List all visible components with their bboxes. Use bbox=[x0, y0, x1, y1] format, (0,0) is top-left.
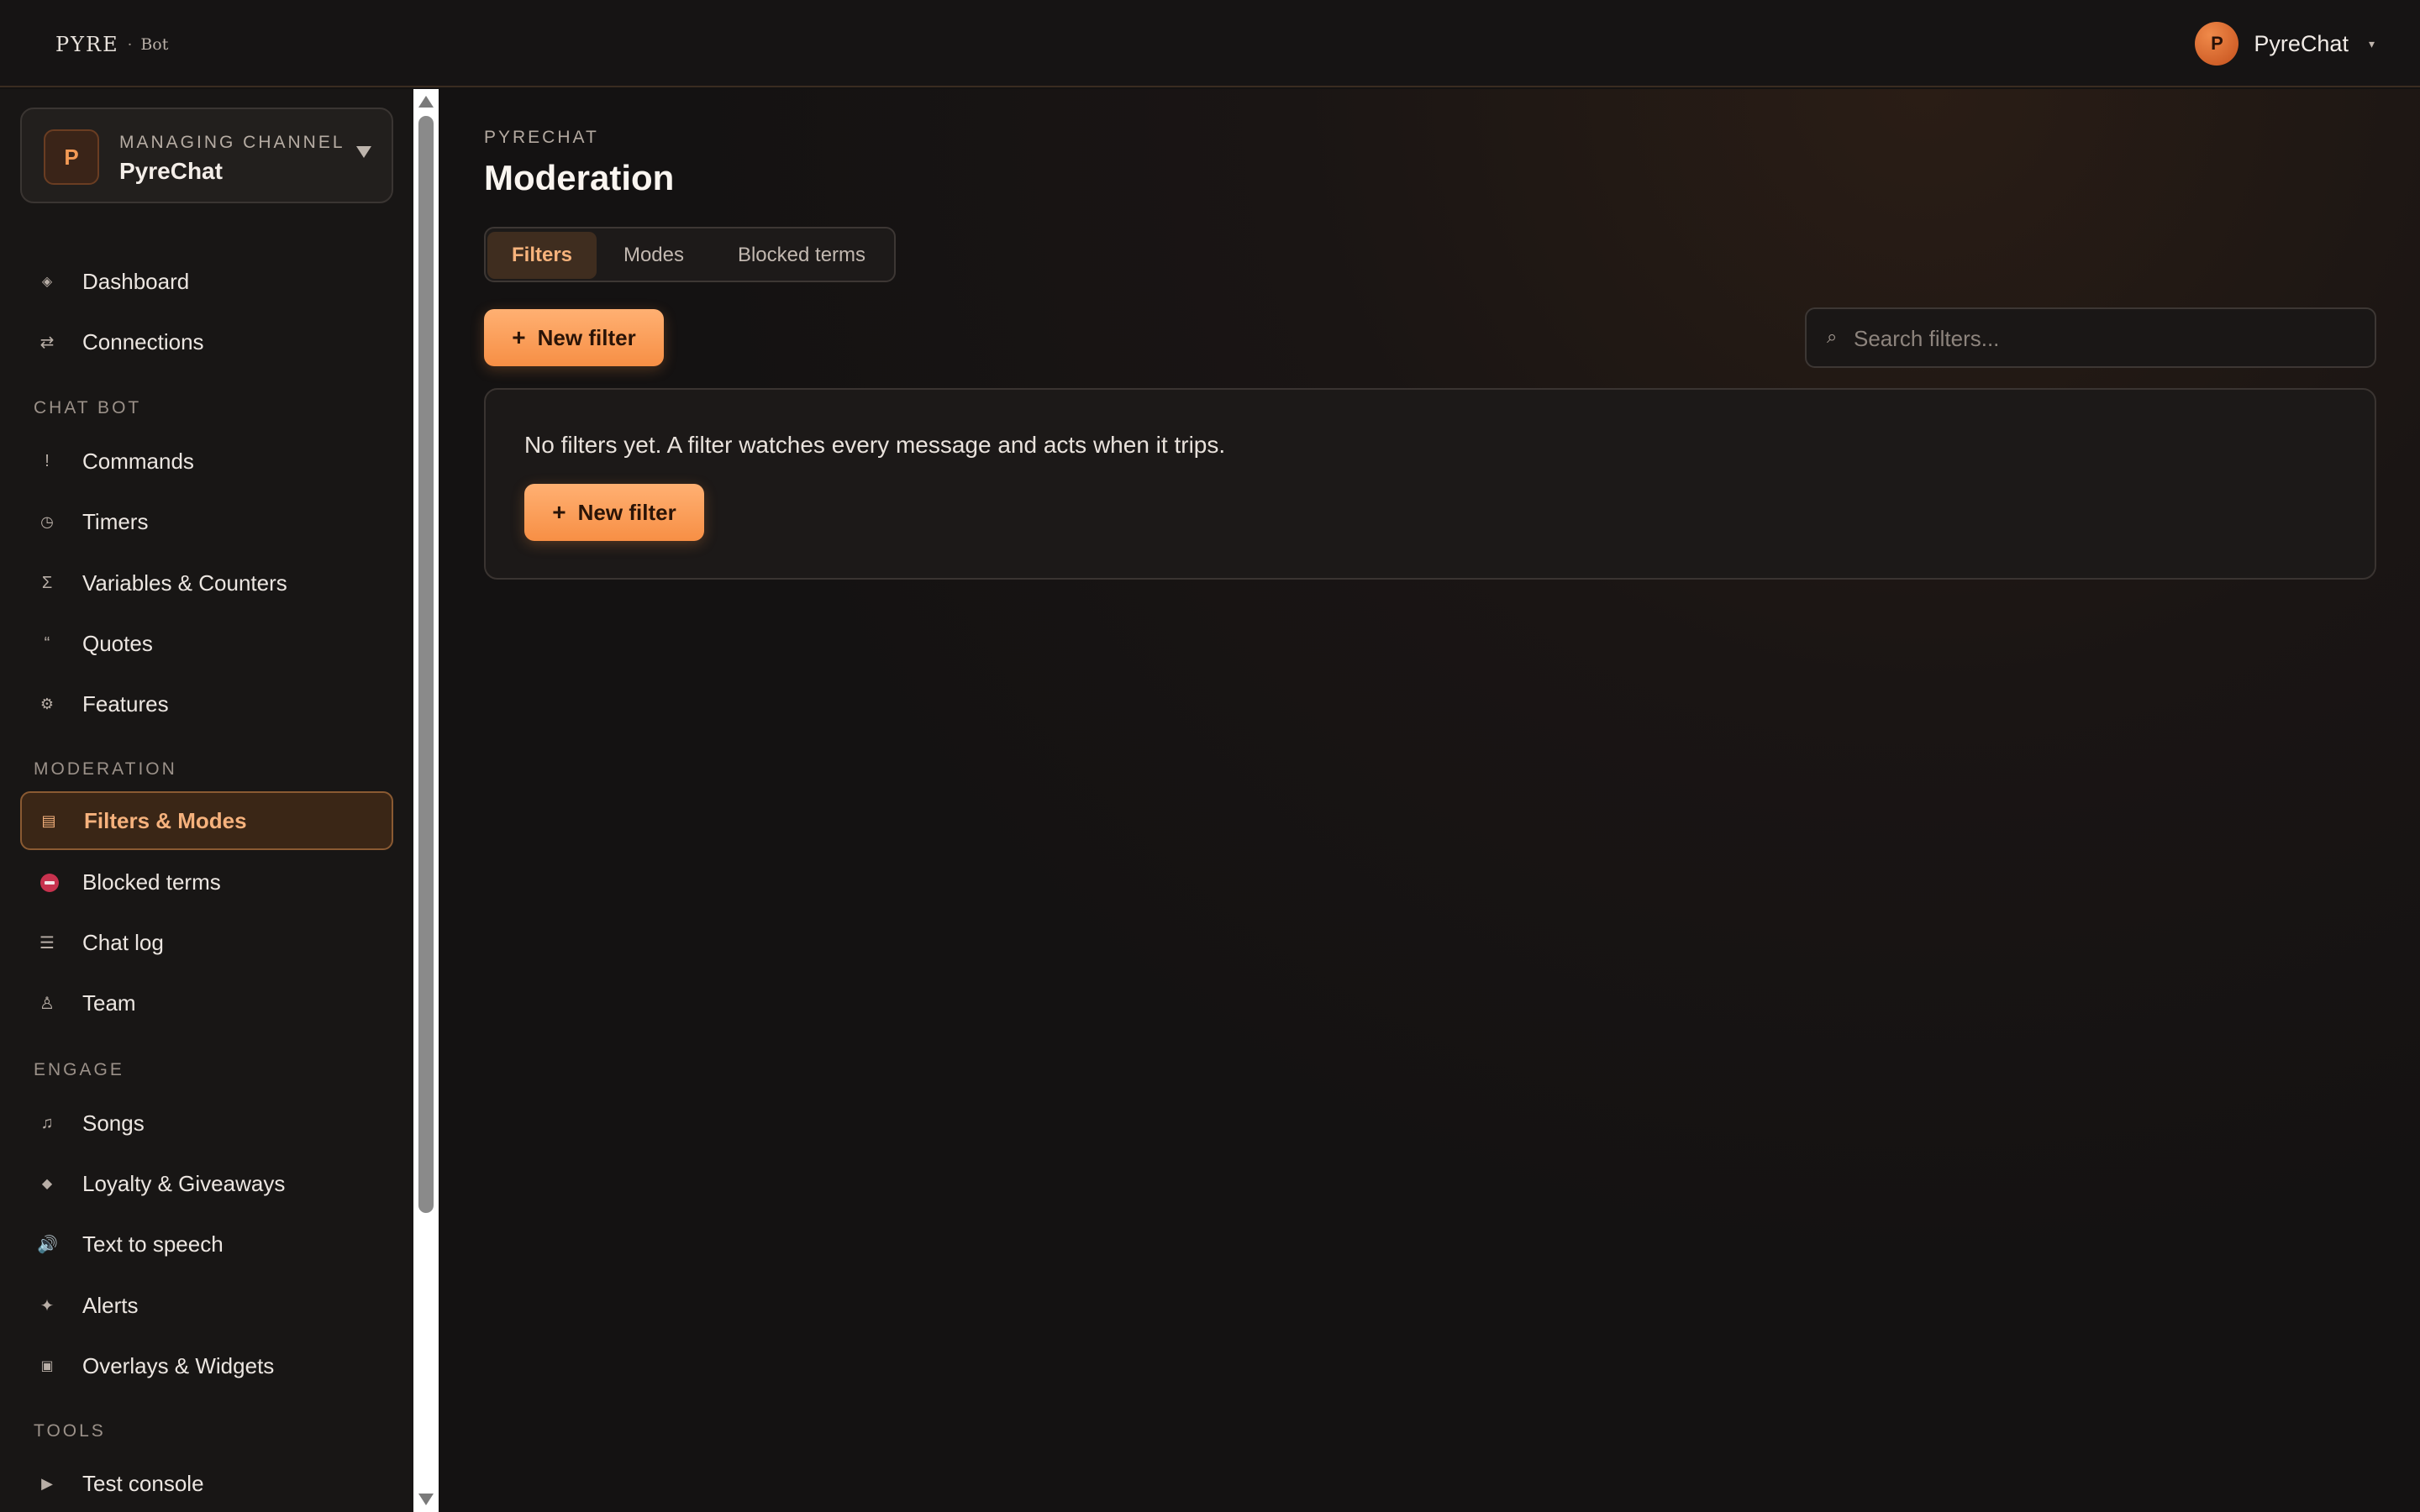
sidebar-item-chat-log[interactable]: ☰ Chat log bbox=[20, 913, 393, 972]
exclamation-icon: ! bbox=[45, 451, 50, 470]
sidebar-item-label: Connections bbox=[82, 328, 204, 354]
sidebar-item-label: Team bbox=[82, 990, 136, 1016]
sidebar-item-songs[interactable]: ♫ Songs bbox=[20, 1094, 393, 1152]
sidebar-item-label: Filters & Modes bbox=[84, 807, 247, 833]
sidebar-item-text-to-speech[interactable]: 🔊 Text to speech bbox=[20, 1215, 393, 1273]
sidebar-scrollbar[interactable] bbox=[413, 89, 439, 1512]
sidebar-item-label: Chat log bbox=[82, 929, 164, 955]
music-icon: ♫ bbox=[40, 1113, 54, 1132]
sidebar-item-test-console[interactable]: ▶ Test console bbox=[20, 1454, 393, 1512]
scroll-up-arrow-icon[interactable] bbox=[418, 96, 434, 108]
filter-icon: ▤ bbox=[41, 811, 56, 829]
gem-icon: ◆ bbox=[41, 1177, 53, 1191]
sidebar-item-label: Test console bbox=[82, 1470, 204, 1496]
moderation-tabs: Filters Modes Blocked terms bbox=[484, 227, 896, 282]
speaker-icon: 🔊 bbox=[37, 1235, 58, 1254]
sidebar-item-quotes[interactable]: “ Quotes bbox=[20, 614, 393, 673]
plus-icon: + bbox=[512, 324, 526, 350]
section-heading-tools: TOOLS bbox=[34, 1421, 106, 1441]
person-icon: ♙ bbox=[39, 994, 55, 1013]
sidebar-item-dashboard[interactable]: ◈ Dashboard bbox=[20, 252, 393, 311]
sidebar-item-connections[interactable]: ⇄ Connections bbox=[20, 312, 393, 371]
sidebar-item-timers[interactable]: ◷ Timers bbox=[20, 492, 393, 551]
sidebar-item-label: Commands bbox=[82, 448, 194, 474]
main-content: PYRECHAT Moderation Filters Modes Blocke… bbox=[440, 89, 2420, 1512]
sidebar-item-label: Alerts bbox=[82, 1292, 139, 1318]
sidebar-item-label: Quotes bbox=[82, 630, 153, 656]
chevron-down-icon: ▾ bbox=[2368, 36, 2375, 50]
new-filter-label: New filter bbox=[537, 324, 636, 350]
page-title: Moderation bbox=[484, 158, 675, 197]
empty-state-message: No filters yet. A filter watches every m… bbox=[524, 432, 1226, 458]
channel-avatar: P bbox=[44, 129, 99, 185]
section-heading-engage: ENGAGE bbox=[34, 1060, 124, 1079]
clock-icon: ◷ bbox=[40, 512, 54, 530]
sidebar-item-filters-modes[interactable]: ▤ Filters & Modes bbox=[20, 791, 393, 850]
sidebar-item-label: Songs bbox=[82, 1110, 145, 1136]
sidebar-item-alerts[interactable]: ✦ Alerts bbox=[20, 1276, 393, 1335]
sidebar-item-label: Blocked terms bbox=[82, 869, 221, 895]
tab-blocked-terms[interactable]: Blocked terms bbox=[711, 232, 892, 279]
app-logo[interactable]: PYRE · Bot bbox=[55, 30, 168, 59]
play-icon: ▶ bbox=[41, 1474, 53, 1492]
sidebar-item-label: Text to speech bbox=[82, 1231, 224, 1257]
square-icon: ▣ bbox=[40, 1359, 54, 1373]
chevron-down-icon bbox=[356, 146, 371, 158]
sidebar-item-label: Features bbox=[82, 690, 169, 717]
user-name: PyreChat bbox=[2254, 30, 2349, 56]
channel-name: PyreChat bbox=[119, 158, 223, 184]
sidebar-item-label: Timers bbox=[82, 508, 149, 534]
search-input[interactable] bbox=[1854, 321, 2358, 356]
section-heading-chat-bot: CHAT BOT bbox=[34, 398, 142, 417]
sidebar-item-commands[interactable]: ! Commands bbox=[20, 432, 393, 491]
sparkle-icon: ✦ bbox=[39, 1296, 55, 1315]
plus-icon: + bbox=[552, 499, 566, 525]
logo-wordmark: PYRE bbox=[55, 33, 119, 56]
sidebar-item-label: Dashboard bbox=[82, 268, 190, 294]
user-avatar: P bbox=[2195, 22, 2239, 66]
logo-subtitle: Bot bbox=[140, 35, 169, 54]
empty-state-new-filter-button[interactable]: + New filter bbox=[524, 484, 704, 541]
sidebar-item-label: Overlays & Widgets bbox=[82, 1352, 275, 1378]
user-menu[interactable]: P PyreChat ▾ bbox=[2195, 22, 2375, 66]
new-filter-label: New filter bbox=[577, 499, 676, 525]
scrollbar-thumb[interactable] bbox=[418, 116, 434, 1213]
no-entry-icon bbox=[40, 874, 59, 892]
diamond-icon: ◈ bbox=[41, 275, 53, 289]
sidebar: P MANAGING CHANNEL PyreChat ◈ Dashboard … bbox=[0, 89, 413, 1512]
gear-icon: ⚙ bbox=[39, 695, 55, 712]
sidebar-item-features[interactable]: ⚙ Features bbox=[20, 675, 393, 733]
channel-label: MANAGING CHANNEL bbox=[119, 133, 345, 152]
sidebar-item-team[interactable]: ♙ Team bbox=[20, 974, 393, 1032]
search-icon: ⌕ bbox=[1827, 326, 1838, 347]
sidebar-item-variables-counters[interactable]: Σ Variables & Counters bbox=[20, 554, 393, 612]
sidebar-item-loyalty-giveaways[interactable]: ◆ Loyalty & Giveaways bbox=[20, 1154, 393, 1213]
logo-separator: · bbox=[127, 35, 133, 54]
breadcrumb: PYRECHAT bbox=[484, 128, 599, 147]
sidebar-item-label: Loyalty & Giveaways bbox=[82, 1170, 286, 1196]
tab-modes[interactable]: Modes bbox=[597, 232, 711, 279]
search-field[interactable]: ⌕ bbox=[1805, 307, 2376, 368]
quote-icon: “ bbox=[44, 633, 50, 653]
sidebar-item-blocked-terms[interactable]: Blocked terms bbox=[20, 853, 393, 911]
list-icon: ☰ bbox=[39, 933, 55, 953]
scroll-down-arrow-icon[interactable] bbox=[418, 1494, 434, 1505]
empty-state-card: No filters yet. A filter watches every m… bbox=[484, 388, 2376, 580]
tab-filters[interactable]: Filters bbox=[487, 232, 597, 279]
sidebar-item-overlays-widgets[interactable]: ▣ Overlays & Widgets bbox=[20, 1336, 393, 1395]
new-filter-button[interactable]: + New filter bbox=[484, 309, 664, 366]
sigma-icon: Σ bbox=[41, 573, 53, 592]
channel-switcher[interactable]: P MANAGING CHANNEL PyreChat bbox=[20, 108, 393, 203]
top-bar: PYRE · Bot P PyreChat ▾ bbox=[0, 0, 2420, 87]
sidebar-item-label: Variables & Counters bbox=[82, 570, 287, 596]
section-heading-moderation: MODERATION bbox=[34, 759, 177, 779]
arrows-icon: ⇄ bbox=[39, 333, 55, 352]
